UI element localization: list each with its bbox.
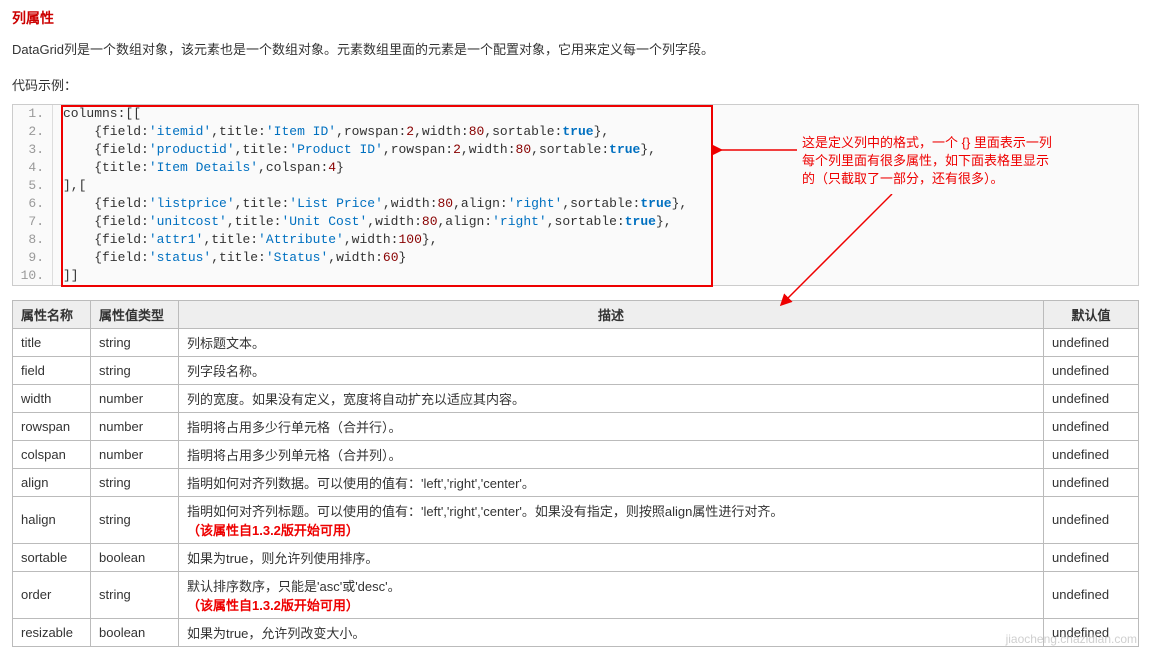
code-row: 3. {field:'productid',title:'Product ID'… (13, 141, 687, 159)
code-line: {field:'status',title:'Status',width:60} (53, 249, 687, 267)
code-with-annotation: 1.columns:[[2. {field:'itemid',title:'It… (12, 104, 1139, 286)
code-example-label: 代码示例： (12, 75, 1139, 94)
cell-name: rowspan (13, 412, 91, 440)
cell-desc: 列字段名称。 (179, 356, 1044, 384)
cell-desc: 指明如何对齐列数据。可以使用的值有：'left','right','center… (179, 468, 1044, 496)
code-row: 5.],[ (13, 177, 687, 195)
section-heading: 列属性 (12, 8, 1139, 28)
cell-desc: 指明将占用多少行单元格（合并行）。 (179, 412, 1044, 440)
code-line: ]] (53, 267, 687, 285)
table-row: widthnumber列的宽度。如果没有定义，宽度将自动扩充以适应其内容。und… (13, 384, 1139, 412)
line-number: 7. (13, 213, 53, 231)
cell-type: boolean (91, 543, 179, 571)
cell-desc: 指明将占用多少列单元格（合并列）。 (179, 440, 1044, 468)
line-number: 5. (13, 177, 53, 195)
cell-name: sortable (13, 543, 91, 571)
cell-name: resizable (13, 618, 91, 646)
col-header-type: 属性值类型 (91, 300, 179, 328)
cell-name: title (13, 328, 91, 356)
code-row: 9. {field:'status',title:'Status',width:… (13, 249, 687, 267)
table-row: alignstring指明如何对齐列数据。可以使用的值有：'left','rig… (13, 468, 1139, 496)
table-row: halignstring指明如何对齐列标题。可以使用的值有：'left','ri… (13, 496, 1139, 543)
version-note: （该属性自1.3.2版开始可用） (187, 598, 359, 613)
code-row: 1.columns:[[ (13, 105, 687, 123)
annotation-line-2: 每个列里面有很多属性，如下面表格里显示 (802, 152, 1142, 170)
code-block: 1.columns:[[2. {field:'itemid',title:'It… (12, 104, 1139, 286)
code-row: 7. {field:'unitcost',title:'Unit Cost',w… (13, 213, 687, 231)
col-header-default: 默认值 (1044, 300, 1139, 328)
cell-type: string (91, 496, 179, 543)
line-number: 3. (13, 141, 53, 159)
code-line: columns:[[ (53, 105, 687, 123)
code-line: {field:'listprice',title:'List Price',wi… (53, 195, 687, 213)
cell-name: colspan (13, 440, 91, 468)
cell-default: undefined (1044, 496, 1139, 543)
cell-desc: 如果为true，允许列改变大小。 (179, 618, 1044, 646)
line-number: 1. (13, 105, 53, 123)
code-row: 10.]] (13, 267, 687, 285)
cell-type: string (91, 468, 179, 496)
annotation-line-3: 的（只截取了一部分，还有很多）。 (802, 170, 1142, 188)
code-line: {field:'productid',title:'Product ID',ro… (53, 141, 687, 159)
intro-paragraph: DataGrid列是一个数组对象，该元素也是一个数组对象。元素数组里面的元素是一… (12, 40, 1139, 61)
cell-default: undefined (1044, 412, 1139, 440)
code-row: 2. {field:'itemid',title:'Item ID',rowsp… (13, 123, 687, 141)
cell-name: width (13, 384, 91, 412)
table-row: orderstring默认排序数序，只能是'asc'或'desc'。（该属性自1… (13, 571, 1139, 618)
line-number: 6. (13, 195, 53, 213)
table-header-row: 属性名称 属性值类型 描述 默认值 (13, 300, 1139, 328)
properties-table: 属性名称 属性值类型 描述 默认值 titlestring列标题文本。undef… (12, 300, 1139, 647)
code-line: {title:'Item Details',colspan:4} (53, 159, 687, 177)
cell-type: string (91, 571, 179, 618)
cell-type: number (91, 440, 179, 468)
table-row: sortableboolean如果为true，则允许列使用排序。undefine… (13, 543, 1139, 571)
line-number: 4. (13, 159, 53, 177)
code-row: 4. {title:'Item Details',colspan:4} (13, 159, 687, 177)
cell-name: order (13, 571, 91, 618)
line-number: 2. (13, 123, 53, 141)
cell-desc: 列的宽度。如果没有定义，宽度将自动扩充以适应其内容。 (179, 384, 1044, 412)
cell-default: undefined (1044, 571, 1139, 618)
cell-default: undefined (1044, 440, 1139, 468)
cell-default: undefined (1044, 356, 1139, 384)
line-number: 9. (13, 249, 53, 267)
col-header-name: 属性名称 (13, 300, 91, 328)
table-row: rowspannumber指明将占用多少行单元格（合并行）。undefined (13, 412, 1139, 440)
cell-default: undefined (1044, 543, 1139, 571)
annotation-line-1: 这是定义列中的格式，一个 {} 里面表示一列 (802, 134, 1142, 152)
cell-name: align (13, 468, 91, 496)
col-header-desc: 描述 (179, 300, 1044, 328)
table-row: fieldstring列字段名称。undefined (13, 356, 1139, 384)
table-row: titlestring列标题文本。undefined (13, 328, 1139, 356)
annotation-text: 这是定义列中的格式，一个 {} 里面表示一列 每个列里面有很多属性，如下面表格里… (802, 134, 1142, 188)
cell-desc: 默认排序数序，只能是'asc'或'desc'。（该属性自1.3.2版开始可用） (179, 571, 1044, 618)
table-row: resizableboolean如果为true，允许列改变大小。undefine… (13, 618, 1139, 646)
code-line: {field:'unitcost',title:'Unit Cost',widt… (53, 213, 687, 231)
cell-type: boolean (91, 618, 179, 646)
table-row: colspannumber指明将占用多少列单元格（合并列）。undefined (13, 440, 1139, 468)
cell-type: string (91, 328, 179, 356)
cell-type: number (91, 384, 179, 412)
code-row: 6. {field:'listprice',title:'List Price'… (13, 195, 687, 213)
cell-name: field (13, 356, 91, 384)
cell-desc: 指明如何对齐列标题。可以使用的值有：'left','right','center… (179, 496, 1044, 543)
code-line: {field:'itemid',title:'Item ID',rowspan:… (53, 123, 687, 141)
code-line: ],[ (53, 177, 687, 195)
cell-default: undefined (1044, 328, 1139, 356)
cell-default: undefined (1044, 384, 1139, 412)
cell-type: number (91, 412, 179, 440)
cell-default: undefined (1044, 468, 1139, 496)
cell-name: halign (13, 496, 91, 543)
version-note: （该属性自1.3.2版开始可用） (187, 523, 359, 538)
code-line: {field:'attr1',title:'Attribute',width:1… (53, 231, 687, 249)
cell-desc: 列标题文本。 (179, 328, 1044, 356)
line-number: 8. (13, 231, 53, 249)
code-lines: 1.columns:[[2. {field:'itemid',title:'It… (13, 105, 687, 285)
cell-type: string (91, 356, 179, 384)
cell-default: undefined (1044, 618, 1139, 646)
line-number: 10. (13, 267, 53, 285)
code-row: 8. {field:'attr1',title:'Attribute',widt… (13, 231, 687, 249)
cell-desc: 如果为true，则允许列使用排序。 (179, 543, 1044, 571)
